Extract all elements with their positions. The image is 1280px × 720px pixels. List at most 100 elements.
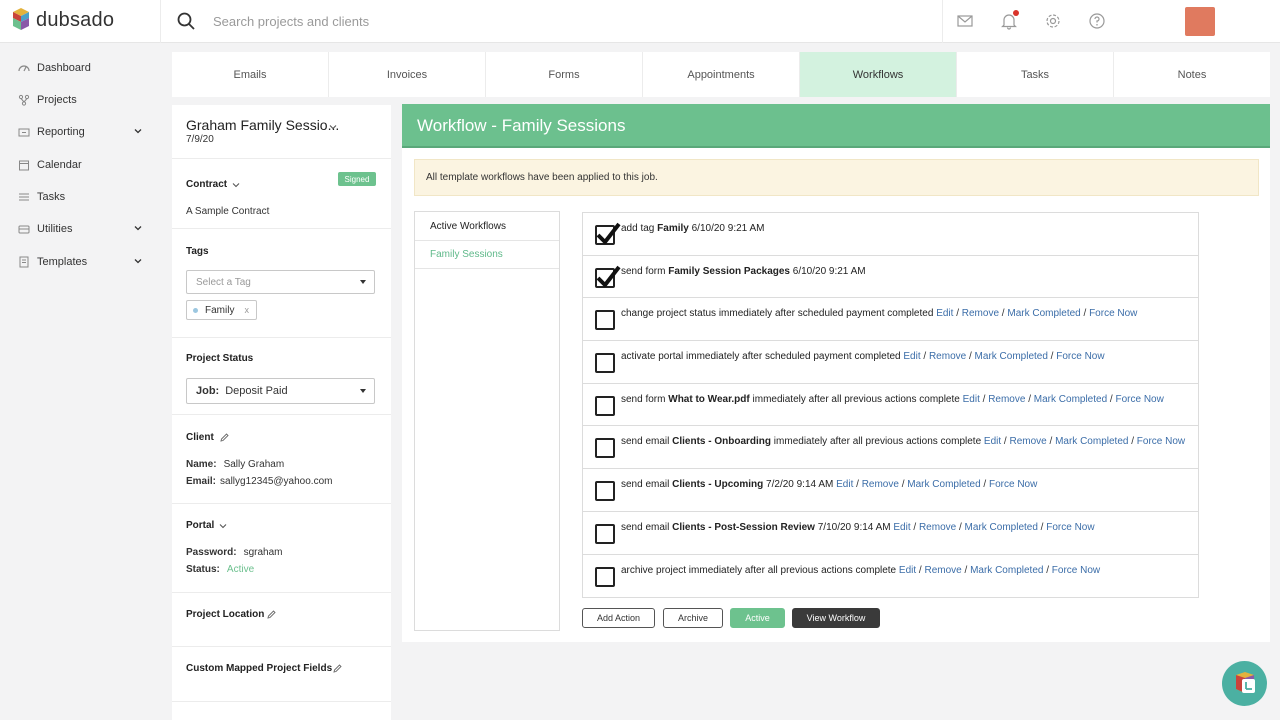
sidebar-item-label: Calendar [37, 159, 82, 171]
force-now-link[interactable]: Force Now [1137, 436, 1185, 447]
remove-link[interactable]: Remove [924, 565, 961, 576]
checked-checkbox[interactable] [595, 222, 621, 245]
workflow-header: Workflow - Family Sessions [402, 104, 1270, 148]
workflow-panel: Workflow - Family Sessions All template … [402, 104, 1270, 642]
remove-link[interactable]: Remove [1009, 436, 1046, 447]
sidebar-item-label: Utilities [37, 223, 73, 235]
mail-icon[interactable] [956, 12, 974, 30]
search-input[interactable] [205, 10, 705, 32]
checkbox[interactable] [595, 395, 615, 416]
sidebar-item-projects[interactable]: Projects [18, 90, 148, 110]
chevron-down-icon[interactable] [329, 123, 337, 131]
mark-completed-link[interactable]: Mark Completed [1007, 308, 1080, 319]
edit-pencil-icon[interactable] [220, 433, 229, 442]
edit-link[interactable]: Edit [836, 479, 853, 490]
force-now-link[interactable]: Force Now [1052, 565, 1100, 576]
edit-link[interactable]: Edit [899, 565, 916, 576]
edit-link[interactable]: Edit [984, 436, 1001, 447]
sidebar-item-calendar[interactable]: Calendar [18, 155, 148, 175]
chevron-down-icon[interactable] [219, 522, 227, 530]
chevron-down-icon[interactable] [232, 181, 240, 189]
gear-icon[interactable] [1044, 12, 1062, 30]
sidebar-item-tasks[interactable]: Tasks [18, 187, 148, 207]
client-name: Sally Graham [223, 459, 285, 470]
sidebar-item-reporting[interactable]: Reporting [18, 122, 148, 142]
remove-link[interactable]: Remove [962, 308, 999, 319]
projects-icon [18, 94, 30, 106]
force-now-link[interactable]: Force Now [1115, 394, 1163, 405]
mark-completed-link[interactable]: Mark Completed [907, 479, 980, 490]
force-now-link[interactable]: Force Now [1056, 351, 1104, 362]
edit-pencil-icon[interactable] [333, 664, 342, 673]
tab-tasks[interactable]: Tasks [957, 52, 1114, 97]
help-icon[interactable] [1088, 12, 1106, 30]
tag-color-dot [193, 307, 198, 313]
portal-section: Portal Password: sgraham Status: Active [172, 504, 391, 593]
link-separator: / [1043, 564, 1052, 576]
sidebar-item-dashboard[interactable]: Dashboard [18, 58, 148, 78]
link-separator: / [956, 521, 965, 533]
client-email-label: Email: [186, 476, 217, 487]
sidebar-item-templates[interactable]: Templates [18, 252, 148, 272]
mark-completed-link[interactable]: Mark Completed [970, 565, 1043, 576]
checkbox[interactable] [595, 523, 615, 544]
remove-link[interactable]: Remove [862, 479, 899, 490]
checkbox[interactable] [595, 566, 615, 587]
mark-completed-link[interactable]: Mark Completed [1055, 436, 1128, 447]
divider [160, 0, 161, 43]
client-email[interactable]: sallyg12345@yahoo.com [220, 476, 332, 487]
add-action-button[interactable]: Add Action [582, 608, 655, 628]
link-separator: / [1080, 308, 1090, 320]
status-value: Deposit Paid [225, 385, 288, 397]
sidebar-item-utilities[interactable]: Utilities [18, 219, 148, 239]
active-button[interactable]: Active [730, 608, 785, 628]
portal-label: Portal [186, 520, 215, 531]
mark-completed-link[interactable]: Mark Completed [975, 351, 1048, 362]
edit-link[interactable]: Edit [936, 308, 953, 319]
mark-completed-link[interactable]: Mark Completed [965, 522, 1038, 533]
remove-link[interactable]: Remove [988, 394, 1025, 405]
edit-link[interactable]: Edit [903, 351, 920, 362]
tab-workflows[interactable]: Workflows [800, 52, 957, 97]
edit-link[interactable]: Edit [893, 522, 910, 533]
checked-checkbox[interactable] [595, 265, 621, 288]
tab-notes[interactable]: Notes [1114, 52, 1270, 97]
sidebar-item-label: Reporting [37, 126, 85, 138]
workflow-action-row: change project status immediately after … [583, 298, 1198, 342]
remove-link[interactable]: Remove [929, 351, 966, 362]
help-chat-button[interactable] [1222, 661, 1267, 706]
link-separator: / [910, 521, 919, 533]
force-now-link[interactable]: Force Now [1089, 308, 1137, 319]
search-icon[interactable] [177, 12, 195, 30]
edit-pencil-icon[interactable] [267, 610, 276, 619]
tab-bar: Emails Invoices Forms Appointments Workf… [172, 52, 1270, 97]
workflow-action-row: archive project immediately after all pr… [583, 555, 1198, 598]
mark-completed-link[interactable]: Mark Completed [1034, 394, 1107, 405]
avatar[interactable] [1185, 7, 1215, 36]
remove-tag-button[interactable]: x [244, 305, 249, 315]
dubsado-logo[interactable]: dubsado [12, 8, 114, 32]
tab-forms[interactable]: Forms [486, 52, 643, 97]
tab-appointments[interactable]: Appointments [643, 52, 800, 97]
project-title[interactable]: Graham Family Sessio... [186, 117, 339, 133]
tab-invoices[interactable]: Invoices [329, 52, 486, 97]
edit-link[interactable]: Edit [963, 394, 980, 405]
checkbox[interactable] [595, 438, 615, 459]
project-status-select[interactable]: Job: Deposit Paid [186, 378, 375, 404]
view-workflow-button[interactable]: View Workflow [792, 608, 880, 628]
checkbox[interactable] [595, 353, 615, 374]
force-now-link[interactable]: Force Now [1046, 522, 1094, 533]
action-text: archive project immediately after all pr… [621, 564, 897, 576]
checkbox[interactable] [595, 310, 615, 331]
contract-section: Contract A Sample Contract [172, 159, 391, 229]
workflow-list-item[interactable]: Family Sessions [415, 241, 559, 269]
force-now-link[interactable]: Force Now [989, 479, 1037, 490]
tab-emails[interactable]: Emails [172, 52, 329, 97]
contract-name[interactable]: A Sample Contract [186, 206, 269, 217]
checkbox[interactable] [595, 481, 615, 502]
archive-button[interactable]: Archive [663, 608, 723, 628]
tag-select-placeholder: Select a Tag [196, 276, 251, 288]
remove-link[interactable]: Remove [919, 522, 956, 533]
tag-select[interactable]: Select a Tag [186, 270, 375, 294]
project-header: Graham Family Sessio... 7/9/20 [172, 105, 391, 159]
